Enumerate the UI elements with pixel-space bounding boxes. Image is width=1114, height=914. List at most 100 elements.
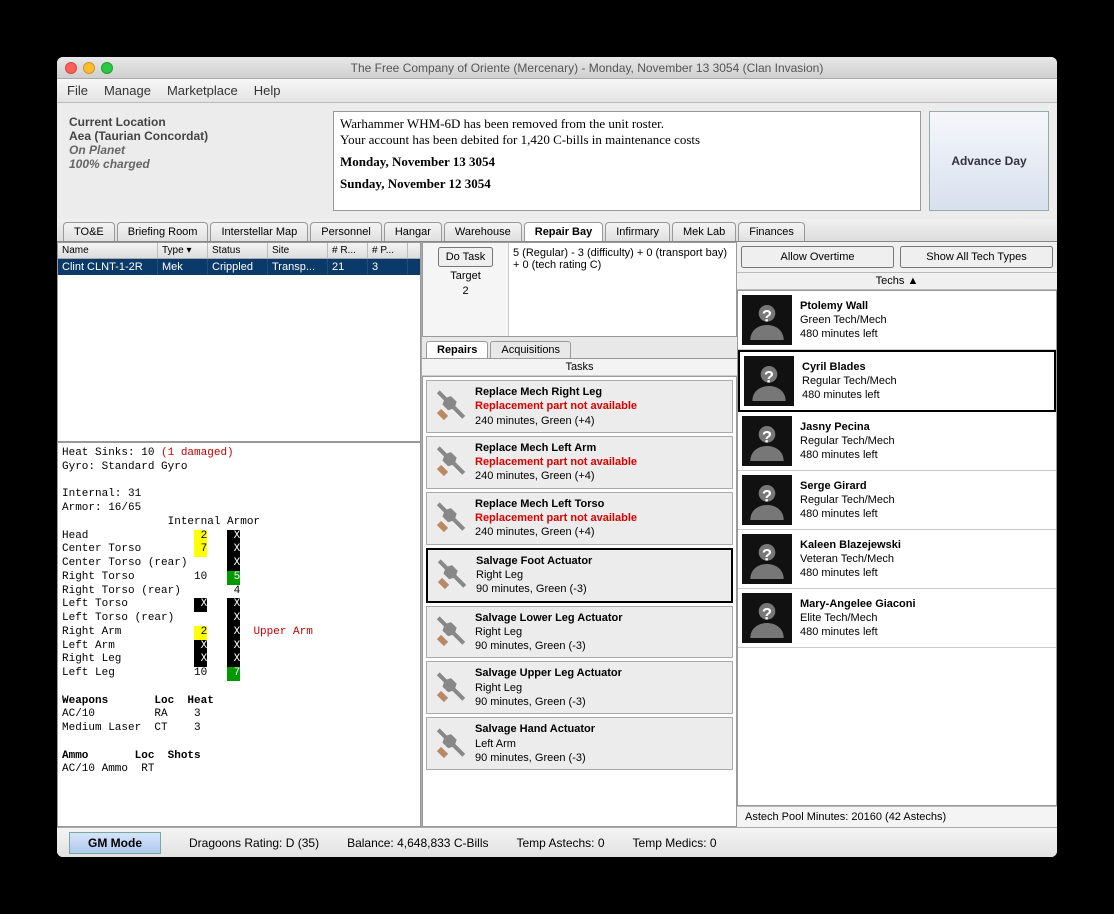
svg-text:?: ?	[762, 307, 772, 326]
col-status[interactable]: Status	[208, 243, 268, 258]
zoom-icon[interactable]	[101, 62, 113, 74]
tab-repairs[interactable]: Repairs	[426, 341, 488, 358]
wrench-icon	[433, 500, 469, 536]
menubar: File Manage Marketplace Help	[57, 79, 1057, 103]
menu-help[interactable]: Help	[254, 83, 281, 98]
tab-personnel[interactable]: Personnel	[310, 222, 382, 241]
show-all-tech-types-button[interactable]: Show All Tech Types	[900, 246, 1053, 268]
wrench-icon	[433, 388, 469, 424]
middle-column: Do Task Target 2 5 (Regular) - 3 (diffic…	[422, 242, 737, 827]
svg-text:?: ?	[762, 428, 772, 447]
dragoons-rating: Dragoons Rating: D (35)	[189, 836, 319, 850]
location-status: On Planet	[69, 143, 321, 157]
temp-astechs: Temp Astechs: 0	[516, 836, 604, 850]
unit-table-header: Name Type Status Site # R... # P...	[58, 243, 420, 259]
target-label: Target	[450, 270, 481, 282]
balance: Balance: 4,648,833 C-Bills	[347, 836, 488, 850]
col-name[interactable]: Name	[58, 243, 158, 258]
do-task-button[interactable]: Do Task	[438, 247, 494, 267]
tasks-header: Tasks	[422, 359, 737, 376]
do-task-block: Do Task Target 2	[423, 243, 508, 336]
wrench-icon	[433, 444, 469, 480]
tab-repair-bay[interactable]: Repair Bay	[524, 222, 603, 241]
person-silhouette-icon: ?	[742, 416, 792, 466]
svg-text:?: ?	[762, 546, 772, 565]
left-column: Name Type Status Site # R... # P... Clin…	[57, 242, 422, 827]
tech-list[interactable]: ?Ptolemy WallGreen Tech/Mech480 minutes …	[737, 290, 1057, 806]
techs-header[interactable]: Techs ▲	[737, 273, 1057, 290]
task-item[interactable]: Salvage Foot ActuatorRight Leg90 minutes…	[426, 548, 733, 603]
log-date: Sunday, November 12 3054	[340, 176, 914, 192]
task-item[interactable]: Replace Mech Left ArmReplacement part no…	[426, 436, 733, 489]
tech-item[interactable]: ?Ptolemy WallGreen Tech/Mech480 minutes …	[738, 291, 1056, 350]
person-silhouette-icon: ?	[742, 593, 792, 643]
tab-interstellar-map[interactable]: Interstellar Map	[210, 222, 308, 241]
minimize-icon[interactable]	[83, 62, 95, 74]
tab-warehouse[interactable]: Warehouse	[444, 222, 522, 241]
log-line: Warhammer WHM-6D has been removed from t…	[340, 116, 664, 131]
wrench-icon	[433, 670, 469, 706]
tab-infirmary[interactable]: Infirmary	[605, 222, 670, 241]
titlebar: The Free Company of Oriente (Mercenary) …	[57, 57, 1057, 79]
close-icon[interactable]	[65, 62, 77, 74]
task-item[interactable]: Replace Mech Right LegReplacement part n…	[426, 380, 733, 433]
tech-item[interactable]: ?Cyril BladesRegular Tech/Mech480 minute…	[738, 350, 1056, 412]
app-window: The Free Company of Oriente (Mercenary) …	[57, 57, 1057, 857]
tech-item[interactable]: ?Kaleen BlazejewskiVeteran Tech/Mech480 …	[738, 530, 1056, 589]
tech-item[interactable]: ?Jasny PecinaRegular Tech/Mech480 minute…	[738, 412, 1056, 471]
unit-detail: Heat Sinks: 10 (1 damaged) Gyro: Standar…	[57, 442, 421, 827]
person-silhouette-icon: ?	[744, 356, 794, 406]
tech-item[interactable]: ?Serge GirardRegular Tech/Mech480 minute…	[738, 471, 1056, 530]
menu-file[interactable]: File	[67, 83, 88, 98]
col-type[interactable]: Type	[158, 243, 208, 258]
unit-table[interactable]: Name Type Status Site # R... # P... Clin…	[57, 242, 421, 442]
menu-manage[interactable]: Manage	[104, 83, 151, 98]
tab-finances[interactable]: Finances	[738, 222, 805, 241]
task-header: Do Task Target 2 5 (Regular) - 3 (diffic…	[422, 242, 737, 337]
tech-item[interactable]: ?Mary-Angelee GiaconiElite Tech/Mech480 …	[738, 589, 1056, 648]
allow-overtime-button[interactable]: Allow Overtime	[741, 246, 894, 268]
task-item[interactable]: Salvage Lower Leg ActuatorRight Leg90 mi…	[426, 606, 733, 659]
target-value: 2	[462, 285, 468, 297]
main-tabbar: TO&EBriefing RoomInterstellar MapPersonn…	[57, 219, 1057, 242]
svg-text:?: ?	[762, 605, 772, 624]
person-silhouette-icon: ?	[742, 534, 792, 584]
status-bar: GM Mode Dragoons Rating: D (35) Balance:…	[57, 827, 1057, 857]
sub-tabbar: Repairs Acquisitions	[422, 337, 737, 359]
tab-briefing-room[interactable]: Briefing Room	[117, 222, 209, 241]
tab-acquisitions[interactable]: Acquisitions	[490, 341, 571, 358]
menu-marketplace[interactable]: Marketplace	[167, 83, 238, 98]
main-content: Name Type Status Site # R... # P... Clin…	[57, 242, 1057, 827]
unit-row[interactable]: Clint CLNT-1-2R Mek Crippled Transp... 2…	[58, 259, 420, 275]
col-parts[interactable]: # P...	[368, 243, 408, 258]
window-title: The Free Company of Oriente (Mercenary) …	[125, 61, 1049, 75]
tab-mek-lab[interactable]: Mek Lab	[672, 222, 736, 241]
location-charge: 100% charged	[69, 157, 321, 171]
task-list[interactable]: Replace Mech Right LegReplacement part n…	[422, 376, 737, 827]
location-label: Current Location	[69, 115, 321, 129]
astech-pool: Astech Pool Minutes: 20160 (42 Astechs)	[737, 806, 1057, 827]
location-planet: Aea (Taurian Concordat)	[69, 129, 321, 143]
col-site[interactable]: Site	[268, 243, 328, 258]
location-block: Current Location Aea (Taurian Concordat)…	[65, 111, 325, 211]
wrench-icon	[433, 614, 469, 650]
header-zone: Current Location Aea (Taurian Concordat)…	[57, 103, 1057, 219]
task-item[interactable]: Replace Mech Left TorsoReplacement part …	[426, 492, 733, 545]
person-silhouette-icon: ?	[742, 295, 792, 345]
task-item[interactable]: Salvage Hand ActuatorLeft Arm90 minutes,…	[426, 717, 733, 770]
wrench-icon	[434, 557, 470, 593]
window-controls	[65, 62, 113, 74]
svg-text:?: ?	[762, 487, 772, 506]
tech-buttons: Allow Overtime Show All Tech Types	[737, 242, 1057, 273]
advance-day-button[interactable]: Advance Day	[929, 111, 1049, 211]
tab-hangar[interactable]: Hangar	[384, 222, 442, 241]
tab-to-e[interactable]: TO&E	[63, 222, 115, 241]
event-log[interactable]: Warhammer WHM-6D has been removed from t…	[333, 111, 921, 211]
col-repairs[interactable]: # R...	[328, 243, 368, 258]
svg-text:?: ?	[764, 368, 774, 387]
task-item[interactable]: Salvage Upper Leg ActuatorRight Leg90 mi…	[426, 661, 733, 714]
right-column: Allow Overtime Show All Tech Types Techs…	[737, 242, 1057, 827]
temp-medics: Temp Medics: 0	[633, 836, 717, 850]
log-line: Your account has been debited for 1,420 …	[340, 132, 700, 147]
gm-mode-button[interactable]: GM Mode	[69, 832, 161, 854]
